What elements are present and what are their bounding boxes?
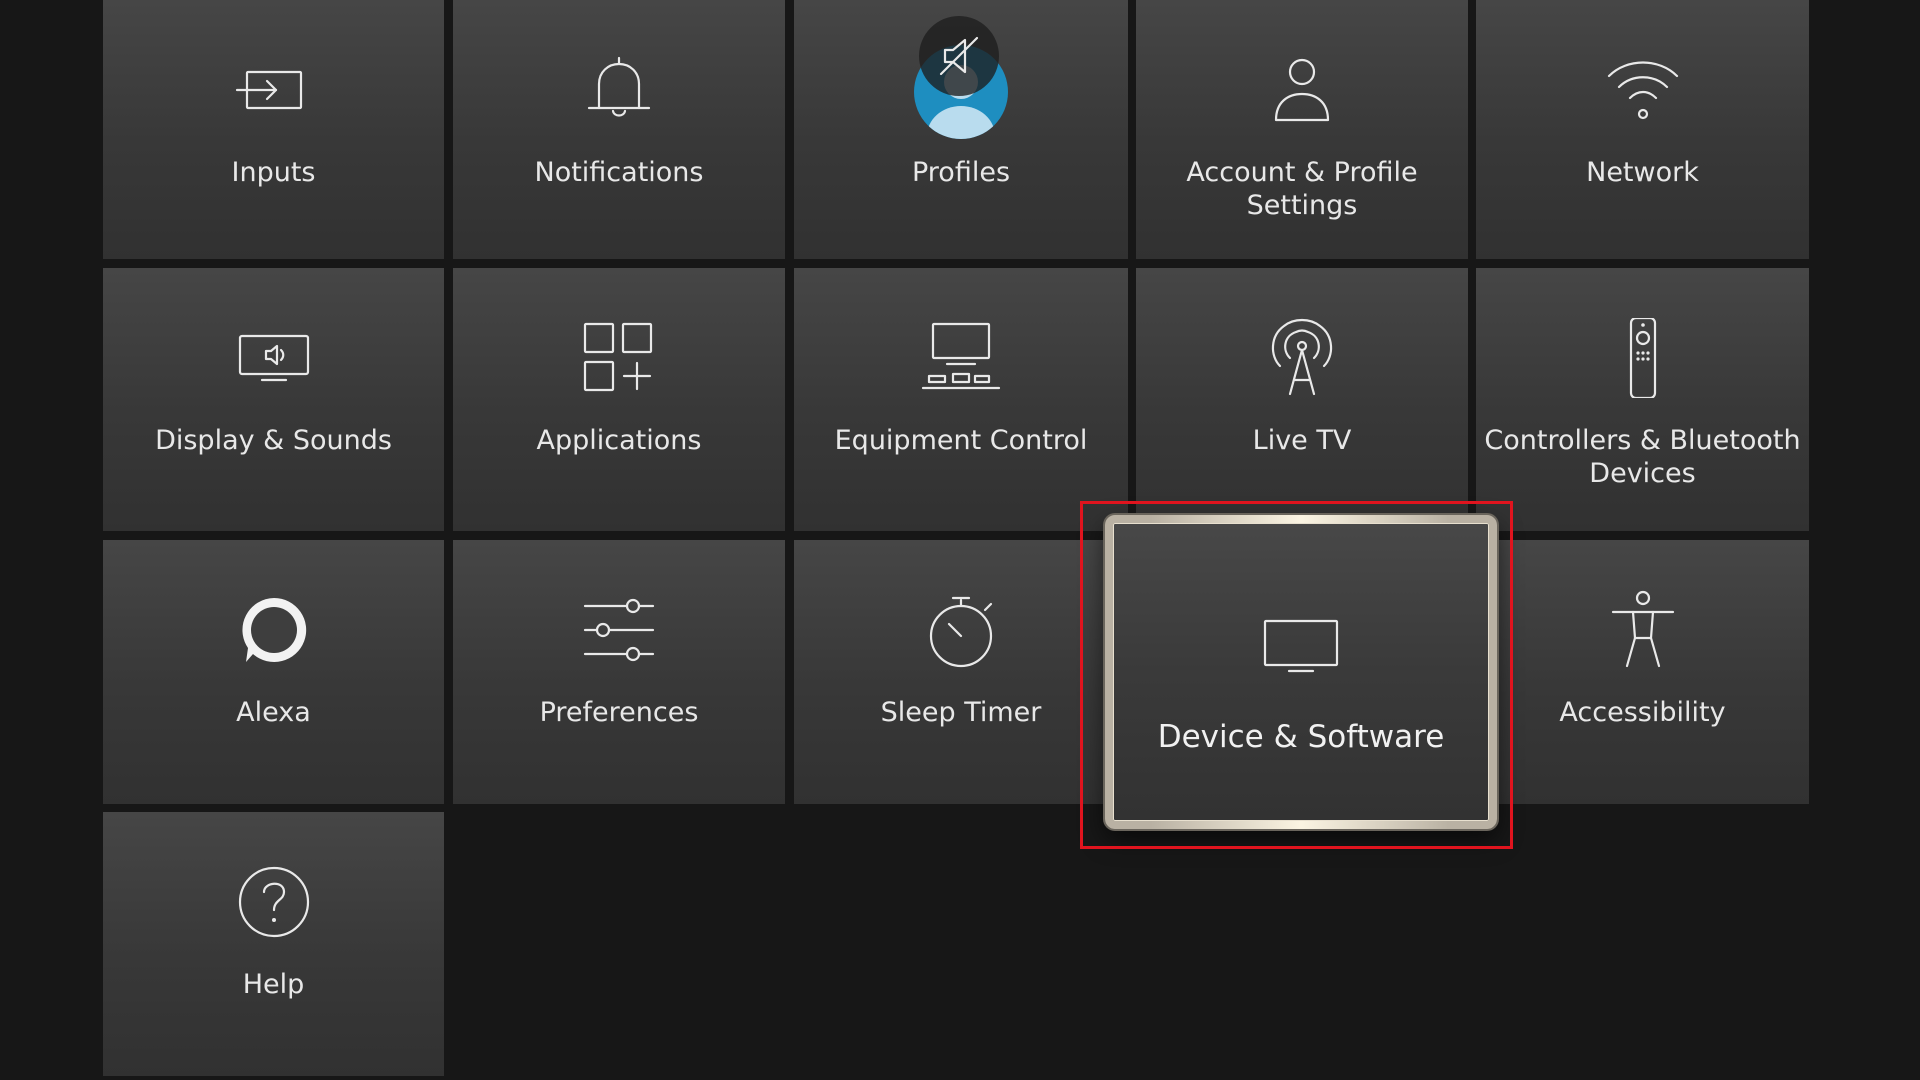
wifi-icon bbox=[1603, 50, 1683, 130]
tile-label: Preferences bbox=[539, 697, 699, 728]
accessibility-icon bbox=[1603, 590, 1683, 670]
tile-alexa[interactable]: Alexa bbox=[103, 540, 444, 804]
focus-glow bbox=[1150, 821, 1452, 829]
tile-label: Equipment Control bbox=[834, 425, 1088, 456]
tv-speaker-icon bbox=[234, 318, 314, 398]
mute-overlay-icon bbox=[919, 16, 999, 96]
tile-accessibility[interactable]: Accessibility bbox=[1476, 540, 1809, 804]
tile-display-sounds[interactable]: Display & Sounds bbox=[103, 268, 444, 531]
antenna-icon bbox=[1262, 318, 1342, 398]
tile-label: Sleep Timer bbox=[880, 697, 1042, 728]
focus-glow bbox=[1150, 515, 1452, 523]
equipment-icon bbox=[921, 318, 1001, 398]
tile-label: Accessibility bbox=[1559, 697, 1726, 728]
tile-device-software[interactable]: Device & Software bbox=[1105, 515, 1497, 829]
input-icon bbox=[234, 50, 314, 130]
tile-equipment-control[interactable]: Equipment Control bbox=[794, 268, 1128, 531]
tile-inputs[interactable]: Inputs bbox=[103, 0, 444, 259]
tile-help[interactable]: Help bbox=[103, 812, 444, 1076]
tile-label: Notifications bbox=[534, 157, 704, 188]
tv-icon bbox=[1261, 605, 1341, 685]
stopwatch-icon bbox=[921, 590, 1001, 670]
tile-notifications[interactable]: Notifications bbox=[453, 0, 785, 259]
tile-label: Live TV bbox=[1252, 425, 1352, 456]
tile-network[interactable]: Network bbox=[1476, 0, 1809, 259]
settings-screen: Inputs Notifications Profiles Account & … bbox=[0, 0, 1920, 1080]
tile-preferences[interactable]: Preferences bbox=[453, 540, 785, 804]
tile-label: Profiles bbox=[911, 157, 1011, 188]
tile-account-profile-settings[interactable]: Account & Profile Settings bbox=[1136, 0, 1468, 259]
help-icon bbox=[234, 862, 314, 942]
tile-label: Device & Software bbox=[1157, 719, 1445, 755]
tile-label: Inputs bbox=[231, 157, 316, 188]
apps-grid-icon bbox=[579, 318, 659, 398]
tile-applications[interactable]: Applications bbox=[453, 268, 785, 531]
tile-controllers-bluetooth[interactable]: Controllers & Bluetooth Devices bbox=[1476, 268, 1809, 531]
tile-label: Alexa bbox=[236, 697, 311, 728]
tile-label: Account & Profile Settings bbox=[1186, 157, 1418, 221]
tile-label: Network bbox=[1586, 157, 1699, 188]
bell-icon bbox=[579, 50, 659, 130]
tile-label: Applications bbox=[536, 425, 702, 456]
tile-sleep-timer[interactable]: Sleep Timer bbox=[794, 540, 1128, 804]
tile-live-tv[interactable]: Live TV bbox=[1136, 268, 1468, 531]
tile-label: Controllers & Bluetooth Devices bbox=[1484, 425, 1801, 489]
tile-label: Help bbox=[242, 969, 305, 1000]
tile-profiles[interactable]: Profiles bbox=[794, 0, 1128, 259]
alexa-ring-icon bbox=[234, 590, 314, 670]
sliders-icon bbox=[579, 590, 659, 670]
person-icon bbox=[1262, 50, 1342, 130]
tile-label: Display & Sounds bbox=[155, 425, 392, 456]
remote-icon bbox=[1603, 318, 1683, 398]
